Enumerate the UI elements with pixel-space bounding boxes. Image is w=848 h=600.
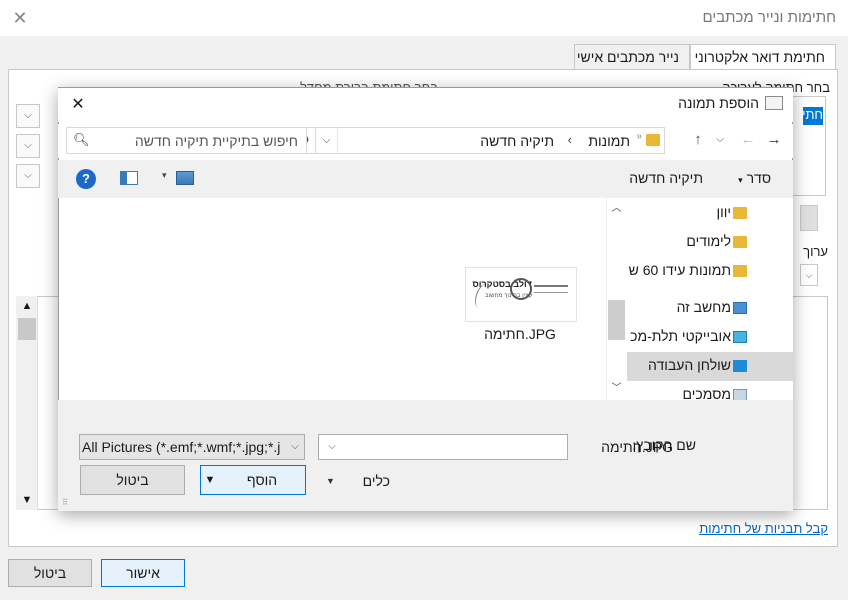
inner-titlebar: הוספת תמונה ✕ <box>58 88 793 122</box>
inner-dialog-title: הוספת תמונה <box>678 95 759 111</box>
breadcrumb-item[interactable]: תיקיה חדשה <box>480 133 554 149</box>
desktop-icon <box>733 360 747 372</box>
folder-icon <box>733 236 747 248</box>
tools-button[interactable]: כלים <box>363 473 390 489</box>
navigation-pane[interactable]: יוון לימודים תמונות עידו 60 ש מחשב זה או… <box>627 198 793 400</box>
inner-cancel-button[interactable]: ביטול <box>80 465 185 495</box>
outer-dialog-title: חתימות ונייר מכתבים <box>702 9 836 26</box>
folder-icon <box>733 207 747 219</box>
nav-item-label: יוון <box>716 204 731 220</box>
logo-wing <box>534 285 568 293</box>
nav-item-label: מחשב זה <box>676 299 731 315</box>
scroll-down-icon[interactable]: ▼ <box>16 490 38 510</box>
nav-pane-scrollbar[interactable] <box>606 198 627 400</box>
logo-emblem-icon <box>510 278 532 300</box>
nav-item-greece[interactable]: יוון <box>627 199 793 228</box>
new-messages-dropdown[interactable]: ⌵ <box>16 134 40 158</box>
new-folder-button[interactable]: תיקיה חדשה <box>629 170 703 186</box>
scroll-up-icon[interactable]: ︿ <box>606 200 627 218</box>
documents-icon <box>733 389 747 400</box>
nav-item-ido-photos[interactable]: תמונות עידו 60 ש <box>627 257 793 286</box>
inner-close-icon[interactable]: ✕ <box>66 93 90 117</box>
nav-item-label: שולחן העבודה <box>648 357 731 373</box>
font-dropdown[interactable]: ⌵ <box>800 264 818 286</box>
breadcrumb-item[interactable]: תמונות <box>588 133 630 149</box>
change-view-icon[interactable] <box>176 171 194 185</box>
recent-locations-icon[interactable]: ⌵ <box>709 128 731 152</box>
back-arrow-icon[interactable]: → <box>763 128 785 152</box>
search-placeholder: חיפוש בתיקיית תיקיה חדשה <box>134 133 298 149</box>
insert-options-icon[interactable]: ▼ <box>200 465 219 495</box>
file-type-value[interactable]: All Pictures (*.emf;*.wmf;*.jpg;*.j <box>82 439 282 455</box>
nav-item-desktop[interactable]: שולחן העבודה <box>627 352 793 381</box>
folder-icon <box>733 265 747 277</box>
nav-item-studies[interactable]: לימודים <box>627 228 793 257</box>
dialog-toolbar: סדר ▾ תיקיה חדשה ▾ ? <box>58 160 793 198</box>
scroll-up-icon[interactable]: ▲ <box>16 296 38 316</box>
address-dropdown-icon[interactable]: ⌵ <box>316 128 338 153</box>
scroll-thumb[interactable] <box>18 318 36 340</box>
scroll-thumb[interactable] <box>608 300 625 340</box>
breadcrumb-separator-icon[interactable]: › <box>568 132 572 147</box>
tab-personal-stationery[interactable]: נייר מכתבים אישי <box>574 44 690 70</box>
filename-dropdown-icon[interactable]: ⌵ <box>322 434 342 460</box>
edit-signature-label: ערוך חתימה <box>800 244 828 259</box>
navigation-bar: → ← ⌵ ↑ « תמונות › תיקיה חדשה ⌵ ↻ חיפוש … <box>58 124 793 158</box>
insert-button[interactable]: הוסף <box>218 465 306 495</box>
search-icon[interactable]: 🔍︎ <box>73 132 90 148</box>
resize-grip-icon[interactable]: ⠿ <box>62 498 68 507</box>
organize-label: סדר <box>746 170 771 186</box>
outer-close-icon[interactable]: ✕ <box>8 6 32 30</box>
organize-button[interactable]: סדר ▾ <box>738 170 771 186</box>
file-name-label[interactable]: חתימה.JPG <box>470 326 570 342</box>
3d-objects-icon <box>733 331 747 343</box>
outer-cancel-button[interactable]: ביטול <box>8 559 92 587</box>
breadcrumb-chevron-icon[interactable]: « <box>636 131 642 142</box>
account-dropdown[interactable]: ⌵ <box>16 104 40 128</box>
nav-item-this-pc[interactable]: מחשב זה <box>627 294 793 323</box>
ok-button[interactable]: אישור <box>101 559 185 587</box>
computer-icon <box>733 302 747 314</box>
address-bar[interactable]: « תמונות › תיקיה חדשה ⌵ <box>315 127 665 154</box>
up-arrow-icon[interactable]: ↑ <box>687 128 709 152</box>
help-icon[interactable]: ? <box>76 169 96 189</box>
nav-item-label: מסמכים <box>682 386 731 400</box>
nav-item-label: תמונות עידו 60 ש <box>628 262 731 278</box>
nav-item-label: לימודים <box>686 233 731 249</box>
organize-dropdown-icon: ▾ <box>738 175 743 185</box>
insert-picture-icon <box>765 96 783 110</box>
forward-arrow-icon[interactable]: ← <box>737 128 759 152</box>
get-templates-link[interactable]: קבל תבניות של חתימות <box>699 521 828 536</box>
search-input[interactable]: חיפוש בתיקיית תיקיה חדשה 🔍︎ <box>66 127 307 154</box>
view-dropdown-icon[interactable]: ▾ <box>162 170 167 181</box>
filename-field[interactable] <box>318 434 568 460</box>
preview-pane-icon-fill <box>120 171 127 185</box>
scroll-down-icon[interactable]: ﹀ <box>606 380 627 398</box>
signature-action-button[interactable] <box>800 205 818 231</box>
tools-dropdown-icon[interactable]: ▼ <box>326 476 335 486</box>
nav-item-label: אובייקטי תלת-מכ <box>630 328 731 344</box>
file-type-dropdown-icon[interactable]: ⌵ <box>286 434 304 460</box>
nav-item-3d-objects[interactable]: אובייקטי תלת-מכ <box>627 323 793 352</box>
replies-dropdown[interactable]: ⌵ <box>16 164 40 188</box>
folder-icon <box>646 134 660 146</box>
signature-list-item[interactable]: חתי <box>803 107 823 125</box>
tab-email-signature[interactable]: חתימת דואר אלקטרוני <box>690 44 836 70</box>
nav-item-documents[interactable]: מסמכים <box>627 381 793 400</box>
filename-value[interactable]: חתימה.JPG <box>601 439 673 455</box>
